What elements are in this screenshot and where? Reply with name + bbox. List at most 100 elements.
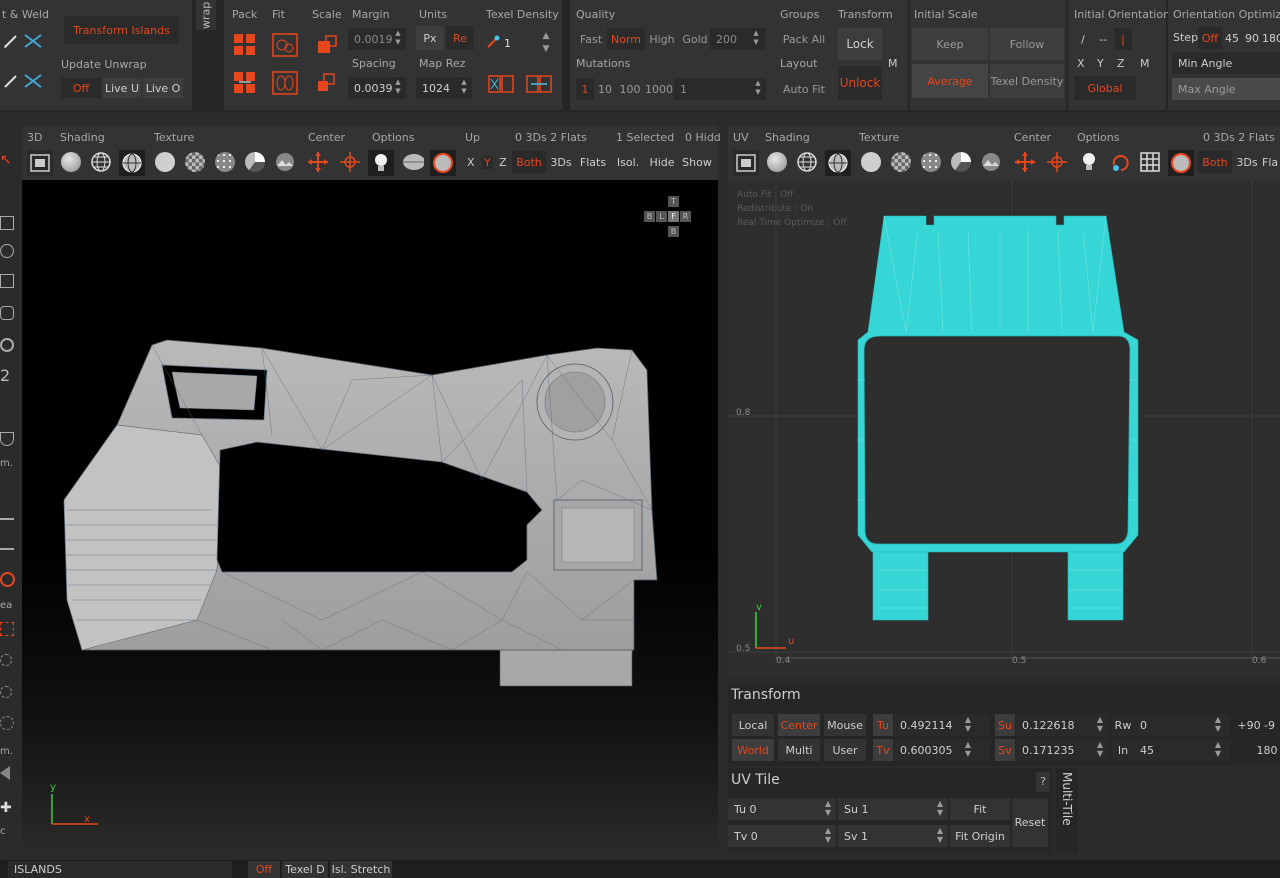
texture-plain-icon[interactable] xyxy=(154,151,176,173)
uv-texture-dots-icon[interactable] xyxy=(920,151,942,173)
live-u-button[interactable]: Live U xyxy=(103,78,141,98)
uv-texture-stretch-icon[interactable] xyxy=(950,151,972,173)
weld-cross2-icon[interactable] xyxy=(22,70,44,92)
rw-spinner-icon[interactable]: ▲ ▼ xyxy=(1214,715,1222,733)
sv-field[interactable]: 0.171235 xyxy=(1016,739,1108,761)
uv-tile-sv-field[interactable]: Sv 1 xyxy=(838,825,948,847)
rotate-180-button[interactable]: 180 xyxy=(1254,739,1280,761)
su-field[interactable]: 0.122618 xyxy=(1016,714,1108,736)
up-x-button[interactable]: X xyxy=(467,156,475,169)
weld-cross-icon[interactable] xyxy=(22,30,44,52)
center-selection-icon[interactable] xyxy=(307,151,329,173)
auto-fit-button[interactable]: Auto Fit xyxy=(776,78,832,100)
uv-tile-help-button[interactable]: ? xyxy=(1036,772,1050,792)
isol-button[interactable]: Isol. xyxy=(614,151,642,173)
viewport-uv[interactable]: Auto Fit : Off Redistribute : On Real Ti… xyxy=(728,180,1280,676)
su-spinner-icon[interactable]: ▲ ▼ xyxy=(1096,715,1104,733)
transform-local-button[interactable]: Local xyxy=(732,714,774,736)
transform-center-button[interactable]: Center xyxy=(778,714,820,736)
wrap-tab[interactable]: wrap xyxy=(196,0,216,30)
fit-rotate-icon[interactable] xyxy=(272,70,298,96)
unlock-button[interactable]: Unlock xyxy=(838,66,882,100)
pack-rotate-icon[interactable] xyxy=(232,70,258,96)
uv-tile-fit-button[interactable]: Fit xyxy=(950,798,1010,820)
shading-wire-icon[interactable] xyxy=(90,151,112,173)
frame-icon[interactable] xyxy=(27,150,53,176)
transform-user-button[interactable]: User xyxy=(824,739,866,761)
rotate-minus90-button[interactable]: -9 xyxy=(1264,714,1280,736)
uv-shading-solid-icon[interactable] xyxy=(766,151,788,173)
tool-shield-icon[interactable] xyxy=(0,432,14,446)
tool-circle2-icon[interactable] xyxy=(0,686,12,698)
uv-canvas[interactable] xyxy=(728,180,1280,676)
tool-plus-icon[interactable]: ✚ xyxy=(0,800,12,816)
scale-icon[interactable] xyxy=(314,32,340,58)
tool-2-label[interactable]: 2 xyxy=(0,366,10,385)
uv-flats-button[interactable]: Fla xyxy=(1262,151,1280,173)
quality-gold-button[interactable]: Gold xyxy=(680,28,710,50)
tool-circle3-icon[interactable] xyxy=(0,716,14,730)
mutation-field[interactable]: 1 xyxy=(674,78,766,100)
su-button[interactable]: Su xyxy=(995,714,1015,736)
tv-field[interactable]: 0.600305 xyxy=(894,739,990,761)
uv-options-backface-icon[interactable] xyxy=(1168,150,1194,176)
viewport-3d[interactable]: T B L F R B y x xyxy=(22,180,718,852)
tool-brush-icon[interactable] xyxy=(0,538,14,550)
uv-shading-solid-wire-icon[interactable] xyxy=(825,150,851,176)
hide-button[interactable]: Hide xyxy=(647,151,677,173)
tool-grid-icon[interactable] xyxy=(0,274,14,288)
texel-get-icon[interactable] xyxy=(526,72,552,96)
uv-tile-tu-field[interactable]: Tu 0 xyxy=(728,798,836,820)
quality-high-button[interactable]: High xyxy=(646,28,678,50)
tab-uv[interactable]: UV xyxy=(733,131,749,144)
options-ellipse-icon[interactable] xyxy=(402,151,424,173)
uv-tile-fit-origin-button[interactable]: Fit Origin xyxy=(950,825,1010,847)
transform-islands-button[interactable]: Transform Islands xyxy=(64,16,179,44)
keep-button[interactable]: Keep xyxy=(912,28,988,60)
max-angle-field[interactable]: Max Angle xyxy=(1172,78,1280,100)
texel-value[interactable]: 1 xyxy=(504,37,511,50)
pack-all-button[interactable]: Pack All xyxy=(776,28,832,50)
transform-world-button[interactable]: World xyxy=(732,739,774,761)
orient-bar-button[interactable]: | xyxy=(1114,28,1132,50)
status-isl-stretch-button[interactable]: Isl. Stretch xyxy=(330,861,392,878)
texel-apply-icon[interactable] xyxy=(488,72,514,96)
uv-tile-reset-button[interactable]: Reset xyxy=(1012,798,1048,847)
orient-x-label[interactable]: X xyxy=(1077,57,1085,70)
flats-button[interactable]: Flats xyxy=(578,151,608,173)
uv-options-light-icon[interactable] xyxy=(1078,151,1100,173)
uv-texture-image-icon[interactable] xyxy=(980,151,1002,173)
transform-m-label[interactable]: M xyxy=(888,57,898,70)
tool-circle1-icon[interactable] xyxy=(0,654,12,666)
uv-shading-wire-icon[interactable] xyxy=(796,151,818,173)
tool-triangle-icon[interactable] xyxy=(0,766,10,780)
units-px-button[interactable]: Px xyxy=(416,26,444,50)
texture-checker-icon[interactable] xyxy=(184,151,206,173)
orient-dashes-button[interactable]: -- xyxy=(1092,28,1114,50)
tv-button[interactable]: Tv xyxy=(873,739,893,761)
tu-field[interactable]: 0.492114 xyxy=(894,714,990,736)
options-light-icon[interactable] xyxy=(368,150,394,176)
transform-mouse-button[interactable]: Mouse xyxy=(824,714,866,736)
transform-multi-button[interactable]: Multi xyxy=(778,739,820,761)
texture-image-icon[interactable] xyxy=(274,151,296,173)
tu-spinner-icon[interactable]: ▲ ▼ xyxy=(964,715,972,733)
uv-tile-tu-spinner-icon[interactable]: ▲ ▼ xyxy=(824,799,832,817)
margin-spinner-icon[interactable]: ▲ ▼ xyxy=(394,29,402,47)
uv-options-rotate-icon[interactable] xyxy=(1109,151,1131,173)
status-off-button[interactable]: Off xyxy=(248,861,280,878)
weld-pen2-icon[interactable] xyxy=(0,70,22,92)
mutation-10-button[interactable]: 10 xyxy=(594,78,616,100)
rotate-plus90-button[interactable]: +90 xyxy=(1236,714,1262,736)
in-spinner-icon[interactable]: ▲ ▼ xyxy=(1214,740,1222,758)
spacing-spinner-icon[interactable]: ▲ ▼ xyxy=(394,78,402,96)
uv-tile-tv-spinner-icon[interactable]: ▲ ▼ xyxy=(824,826,832,844)
texel-dropper-icon[interactable] xyxy=(482,31,504,53)
uv-tile-su-field[interactable]: Su 1 xyxy=(838,798,948,820)
up-z-button[interactable]: Z xyxy=(499,156,507,169)
map-rez-spinner-icon[interactable]: ▲ ▼ xyxy=(460,78,468,96)
tab-3d[interactable]: 3D xyxy=(27,131,42,144)
uv-both-button[interactable]: Both xyxy=(1198,151,1232,173)
step-45-button[interactable]: 45 xyxy=(1222,27,1242,49)
step-90-button[interactable]: 90 xyxy=(1242,27,1262,49)
